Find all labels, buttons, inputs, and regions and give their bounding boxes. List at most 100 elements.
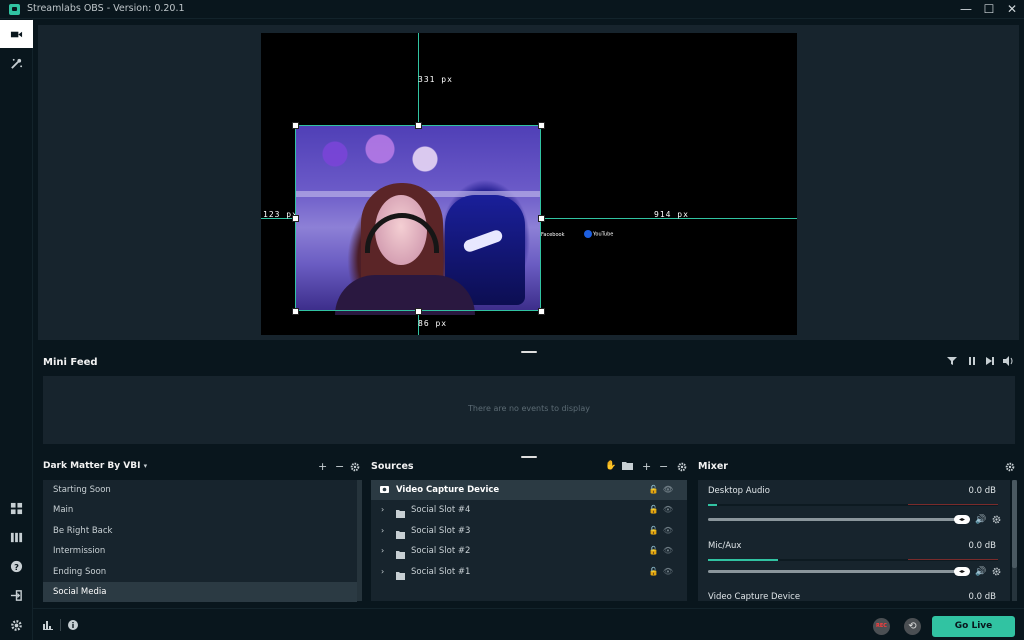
chevron-right-icon[interactable]: › [381,521,384,541]
add-scene-button[interactable]: + [318,461,327,472]
remove-source-button[interactable]: − [659,461,668,472]
mixer-channel-name: Mic/Aux [708,541,742,551]
scene-item[interactable]: Ending Soon [43,562,357,582]
sources-list: Video Capture Device 🔓👁 › Social Slot #4… [371,480,687,601]
mixer-scrollbar[interactable] [1012,480,1017,601]
close-button[interactable]: ✕ [1001,1,1023,18]
dimension-bottom-label: 86 px [418,319,448,328]
chevron-right-icon[interactable]: › [381,562,384,582]
lock-visibility-icons[interactable]: 🔓👁 [649,480,677,500]
scene-settings-button[interactable] [350,462,360,474]
resize-handle[interactable] [415,308,422,315]
mini-feed-header: Mini Feed [38,350,1019,374]
mixer-channel-name: Video Capture Device [708,592,801,601]
source-item[interactable]: › Social Slot #1 🔓👁 [371,562,687,582]
social-facebook-label: Facebook [541,232,565,238]
channel-settings-button[interactable] [992,515,1001,526]
scene-item[interactable]: Be Right Back [43,521,357,541]
mixer-panel: Mixer Desktop Audio 0.0 dB ◂▸ 🔊 Mic/Aux … [694,458,1020,603]
minimize-button[interactable]: — [955,1,977,18]
source-settings-button[interactable] [677,462,687,474]
source-item-selected[interactable]: Video Capture Device 🔓👁 [371,480,687,500]
mixer-channel-name: Desktop Audio [708,486,770,496]
source-item[interactable]: › Social Slot #2 🔓👁 [371,541,687,561]
filter-icon[interactable] [947,356,957,369]
resize-handle[interactable] [292,215,299,222]
record-button[interactable]: REC [873,618,890,635]
pause-icon[interactable] [967,356,977,369]
chevron-right-icon[interactable]: › [381,500,384,520]
themes-icon[interactable] [0,49,33,77]
resize-handle[interactable] [292,308,299,315]
volume-slider[interactable] [708,570,960,573]
scene-item-selected[interactable]: Social Media [43,582,357,602]
mixer-settings-button[interactable] [1005,462,1015,474]
folder-icon [396,568,405,588]
mini-feed-empty-message: There are no events to display [468,404,590,413]
social-youtube: YouTube [584,230,613,238]
mixer-scrollbar-thumb[interactable] [1012,480,1017,568]
lock-visibility-icons[interactable]: 🔓👁 [649,500,677,520]
studio-mode-icon[interactable] [0,20,33,48]
maximize-button[interactable]: ☐ [978,1,1000,18]
selection-box[interactable] [295,125,541,311]
dock-icon[interactable] [0,523,33,551]
logout-icon[interactable] [0,581,33,609]
resize-handle[interactable] [538,122,545,129]
audio-meter [708,504,998,506]
volume-slider-handle[interactable]: ◂▸ [954,567,970,576]
go-live-button[interactable]: Go Live [932,616,1015,637]
resize-handle[interactable] [538,308,545,315]
svg-text:?: ? [14,561,19,571]
lock-visibility-icons[interactable]: 🔓👁 [649,521,677,541]
title-bar: Streamlabs OBS - Version: 0.20.1 — ☐ ✕ [0,0,1024,19]
chevron-down-icon: ▾ [143,462,148,470]
resize-handle[interactable] [538,215,545,222]
camera-icon [380,480,389,500]
scene-collection-selector[interactable]: Dark Matter By VBI ▾ [43,461,147,471]
volume-slider[interactable] [708,518,960,521]
scene-item[interactable]: Starting Soon [43,480,357,500]
lock-visibility-icons[interactable]: 🔓👁 [649,562,677,582]
scenes-scrollbar[interactable] [357,480,362,601]
window-title: Streamlabs OBS - Version: 0.20.1 [27,3,185,14]
info-icon[interactable] [68,620,78,632]
resize-handle[interactable] [292,122,299,129]
mixer-channel-value: 0.0 dB [968,592,996,601]
footer-bar: REC ⟲ Go Live [33,608,1024,640]
gear-icon [992,515,1001,524]
scene-item[interactable]: Intermission [43,541,357,561]
sources-title: Sources [371,461,414,472]
performance-stats-icon[interactable] [43,620,53,632]
chevron-right-icon[interactable]: › [381,541,384,561]
speaker-icon[interactable]: 🔊 [975,567,986,578]
remove-scene-button[interactable]: − [335,461,344,472]
folder-icon [622,462,633,470]
preview-canvas[interactable]: 331 px 123 px 914 px 86 px Facebook YouT… [261,33,797,335]
volume-slider-handle[interactable]: ◂▸ [954,515,970,524]
mixer-list: Desktop Audio 0.0 dB ◂▸ 🔊 Mic/Aux 0.0 dB… [698,480,1010,601]
source-item[interactable]: › Social Slot #4 🔓👁 [371,500,687,520]
add-source-button[interactable]: + [642,461,651,472]
skip-icon[interactable] [985,356,995,369]
channel-settings-button[interactable] [992,567,1001,578]
audio-meter [708,559,998,561]
youtube-icon [584,230,592,238]
lock-visibility-icons[interactable]: 🔓👁 [649,541,677,561]
replay-buffer-button[interactable]: ⟲ [904,618,921,635]
source-item[interactable]: › Social Slot #3 🔓👁 [371,521,687,541]
add-folder-button[interactable] [622,461,633,473]
gear-icon [1005,462,1015,472]
settings-icon[interactable] [0,611,33,639]
volume-icon[interactable] [1003,356,1014,369]
left-nav: ? [0,19,33,640]
layout-icon[interactable] [0,494,33,522]
resize-handle[interactable] [415,122,422,129]
dimension-right-label: 914 px [654,210,689,219]
mixer-channel-value: 0.0 dB [968,486,996,496]
scene-item[interactable]: Main [43,500,357,520]
hand-icon[interactable]: ✋ [605,461,616,472]
footer-divider [60,619,61,631]
help-icon[interactable]: ? [0,552,33,580]
speaker-icon[interactable]: 🔊 [975,515,986,526]
